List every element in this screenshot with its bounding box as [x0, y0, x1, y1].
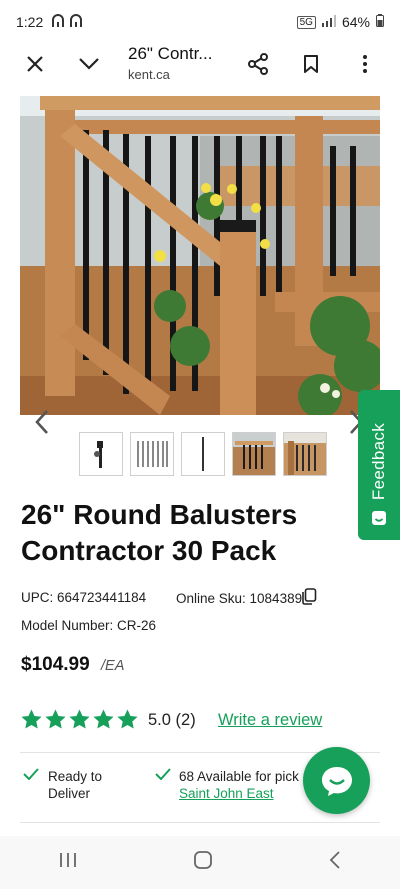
chevron-down-icon	[79, 58, 99, 70]
copy-sku-button[interactable]	[301, 588, 317, 610]
price-unit: /EA	[101, 658, 125, 674]
star-icon	[21, 709, 42, 729]
feedback-smile-icon	[372, 511, 386, 525]
page-domain: kent.ca	[128, 67, 170, 82]
star-icon	[69, 709, 90, 729]
chevron-left-icon	[35, 410, 48, 434]
thumbnail-4[interactable]	[232, 432, 276, 476]
rating-summary[interactable]: 5.0 (2)	[148, 711, 196, 730]
star-icon	[45, 709, 66, 729]
upc-text: UPC: 664723441184	[21, 590, 147, 605]
chat-bubble-icon	[321, 766, 352, 796]
store-link[interactable]: Saint John East	[179, 785, 309, 802]
close-icon	[27, 56, 43, 72]
thumbnail-1[interactable]	[79, 432, 123, 476]
star-icon	[117, 709, 138, 729]
image-thumbnails	[79, 432, 327, 476]
check-icon	[155, 768, 171, 780]
feedback-label: Feedback	[369, 422, 388, 500]
network-label: 5G	[296, 15, 316, 29]
browser-toolbar: 26" Contr... kent.ca	[0, 44, 400, 96]
page-title: 26" Contr...	[128, 44, 213, 63]
feedback-tab[interactable]: Feedback	[358, 390, 400, 540]
thumbnail-5[interactable]	[283, 432, 327, 476]
system-nav-bar	[0, 836, 400, 889]
thumbnail-2[interactable]	[130, 432, 174, 476]
home-icon	[194, 851, 212, 869]
status-time: 1:22	[16, 14, 44, 30]
star-rating	[20, 708, 139, 731]
product-main-image[interactable]	[20, 96, 380, 415]
chat-button[interactable]	[303, 747, 370, 814]
back-icon	[330, 851, 340, 869]
product-title: 26" Round Balusters Contractor 30 Pack	[21, 499, 298, 566]
deliver-status: Ready to Deliver	[48, 769, 103, 801]
model-number-text: Model Number: CR-26	[21, 618, 157, 633]
star-icon	[93, 709, 114, 729]
home-button[interactable]	[193, 850, 213, 875]
pickup-status: 68 Available for pick Saint John East	[179, 768, 309, 802]
bookmark-button[interactable]	[291, 44, 331, 84]
signal-icon	[321, 14, 336, 30]
pickup-text: 68 Available for pick	[179, 769, 299, 784]
share-button[interactable]	[238, 44, 278, 84]
check-icon	[23, 768, 39, 780]
back-button[interactable]	[328, 850, 342, 875]
close-button[interactable]	[15, 44, 55, 84]
recent-apps-icon	[59, 853, 76, 867]
thumbnail-3[interactable]	[181, 432, 225, 476]
more-vert-icon	[363, 55, 367, 73]
page-title-block: 26" Contr... kent.ca	[128, 44, 238, 82]
more-options-button[interactable]	[345, 44, 385, 84]
previous-image-button[interactable]	[32, 408, 56, 438]
notification-icon	[51, 13, 89, 32]
copy-icon	[302, 588, 317, 605]
battery-icon	[376, 14, 384, 30]
status-bar: 1:22 5G 64%	[0, 0, 400, 44]
online-sku-text: Online Sku: 1084389	[176, 591, 303, 606]
recent-apps-button[interactable]	[58, 851, 78, 874]
share-icon	[248, 53, 268, 75]
write-review-link[interactable]: Write a review	[218, 711, 322, 730]
price: $104.99	[21, 654, 90, 675]
collapse-button[interactable]	[69, 44, 109, 84]
battery-percent: 64%	[341, 14, 370, 30]
bookmark-icon	[304, 55, 318, 73]
divider	[20, 822, 380, 823]
